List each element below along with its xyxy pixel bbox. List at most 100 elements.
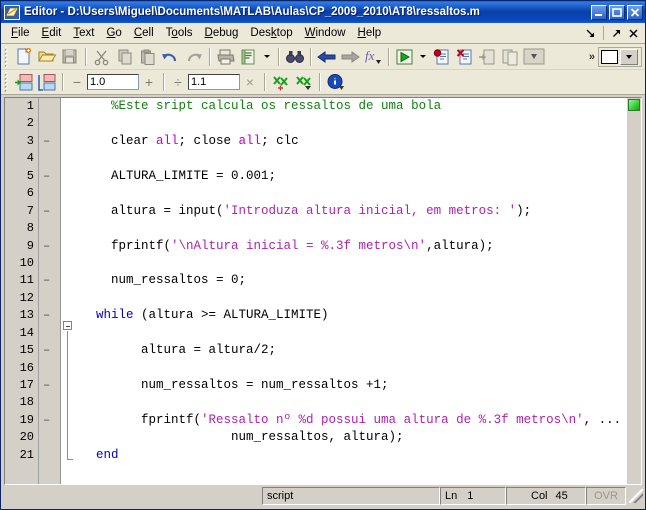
menu-item-file[interactable]: File xyxy=(5,25,36,42)
breakpoint-marker[interactable]: – xyxy=(43,203,60,220)
code-analyzer-ok-marker[interactable] xyxy=(628,99,640,111)
code-line[interactable] xyxy=(75,394,626,411)
paste-icon[interactable] xyxy=(136,46,159,68)
toolbar-overflow-chevron[interactable]: » xyxy=(589,51,595,63)
code-line[interactable]: fprintf('Ressalto nº %d possui uma altur… xyxy=(75,412,626,429)
code-line[interactable] xyxy=(75,325,626,342)
set-breakpoint-icon[interactable] xyxy=(430,46,453,68)
menu-item-help[interactable]: Help xyxy=(352,25,388,42)
redo-arrow-icon[interactable] xyxy=(182,46,205,68)
toolbar-grip[interactable] xyxy=(3,46,10,67)
breakpoint-marker[interactable] xyxy=(43,255,60,272)
code-line[interactable]: end xyxy=(75,447,626,464)
new-file-icon[interactable] xyxy=(12,46,35,68)
menu-item-text[interactable]: Text xyxy=(67,25,100,42)
code-line[interactable]: clear all; close all; clc xyxy=(75,133,626,150)
step-in-icon[interactable] xyxy=(476,46,499,68)
menu-item-tools[interactable]: Tools xyxy=(160,25,199,42)
run-play-icon[interactable] xyxy=(393,46,416,68)
binoculars-icon[interactable] xyxy=(283,46,306,68)
info-icon[interactable] xyxy=(324,71,347,93)
print-selection-icon[interactable] xyxy=(237,46,260,68)
code-line[interactable]: altura = input('Introduza altura inicial… xyxy=(75,203,626,220)
code-line[interactable] xyxy=(75,185,626,202)
float-arrow-icon[interactable] xyxy=(609,26,624,41)
breakpoint-marker[interactable] xyxy=(43,150,60,167)
evaluate-cell-advance-icon[interactable] xyxy=(292,71,315,93)
open-folder-icon[interactable] xyxy=(35,46,58,68)
back-arrow-icon[interactable] xyxy=(315,46,338,68)
analyzer-rail[interactable] xyxy=(626,98,641,484)
code-line[interactable]: num_ressaltos = num_ressaltos +1; xyxy=(75,377,626,394)
minimize-button[interactable] xyxy=(591,4,607,20)
menu-item-debug[interactable]: Debug xyxy=(199,25,245,42)
resize-grip[interactable] xyxy=(629,489,643,503)
breakpoint-marker[interactable]: – xyxy=(43,168,60,185)
breakpoint-marker[interactable]: – xyxy=(43,412,60,429)
breakpoint-marker[interactable] xyxy=(43,325,60,342)
undock-arrow-icon[interactable] xyxy=(583,26,598,41)
breakpoint-marker[interactable] xyxy=(43,98,60,115)
divide-value-input[interactable]: 1.1 xyxy=(188,74,240,90)
clear-breakpoints-icon[interactable] xyxy=(453,46,476,68)
breakpoint-marker[interactable] xyxy=(43,394,60,411)
run-dropdown-arrow-icon[interactable] xyxy=(416,46,430,68)
copy-icon[interactable] xyxy=(113,46,136,68)
breakpoint-marker[interactable] xyxy=(43,429,60,446)
breakpoint-marker[interactable] xyxy=(43,220,60,237)
code-line[interactable] xyxy=(75,220,626,237)
code-line[interactable] xyxy=(75,115,626,132)
code-line[interactable]: while (altura >= ALTURA_LIMITE) xyxy=(75,307,626,324)
breakpoint-marker[interactable]: – xyxy=(43,238,60,255)
cell-toolbar-grip[interactable] xyxy=(3,72,10,92)
code-line[interactable] xyxy=(75,255,626,272)
code-line[interactable]: fprintf('\nAltura inicial = %.3f metros\… xyxy=(75,238,626,255)
code-line[interactable] xyxy=(75,150,626,167)
breakpoint-marker[interactable] xyxy=(43,290,60,307)
print-icon[interactable] xyxy=(214,46,237,68)
menu-item-window[interactable]: Window xyxy=(299,25,352,42)
code-line[interactable]: ALTURA_LIMITE = 0.001; xyxy=(75,168,626,185)
code-line[interactable]: num_ressaltos = 0; xyxy=(75,272,626,289)
code-line[interactable] xyxy=(75,290,626,307)
code-line[interactable]: num_ressaltos, altura); xyxy=(75,429,626,446)
undo-arrow-icon[interactable] xyxy=(159,46,182,68)
cut-scissors-icon[interactable] xyxy=(90,46,113,68)
breakpoint-marker[interactable]: – xyxy=(43,272,60,289)
breakpoint-marker[interactable]: – xyxy=(43,342,60,359)
breakpoint-marker[interactable]: – xyxy=(43,307,60,324)
save-icon[interactable] xyxy=(58,46,81,68)
color-picker-control[interactable] xyxy=(598,46,642,67)
insert-cell-divider-icon[interactable] xyxy=(12,71,35,93)
step-out-icon[interactable] xyxy=(499,46,522,68)
print-dropdown-arrow-icon[interactable] xyxy=(260,46,274,68)
maximize-button[interactable] xyxy=(609,4,625,20)
fold-collapse-box[interactable] xyxy=(63,321,72,330)
breakpoint-marker[interactable]: – xyxy=(43,133,60,150)
color-dropdown-arrow-icon[interactable] xyxy=(620,48,638,65)
breakpoint-marker[interactable] xyxy=(43,115,60,132)
close-button[interactable] xyxy=(627,4,643,20)
menu-item-edit[interactable]: Edit xyxy=(36,25,68,42)
code-folding-column[interactable] xyxy=(61,98,75,484)
function-browser-icon[interactable]: fx xyxy=(361,46,384,68)
code-line[interactable] xyxy=(75,360,626,377)
status-overwrite-indicator[interactable]: OVR xyxy=(586,487,626,505)
close-panel-icon[interactable] xyxy=(626,26,641,41)
decrement-value-input[interactable]: 1.0 xyxy=(87,74,139,90)
breakpoint-marker[interactable]: – xyxy=(43,377,60,394)
breakpoint-marker[interactable] xyxy=(43,185,60,202)
breakpoint-marker[interactable] xyxy=(43,447,60,464)
forward-arrow-icon[interactable] xyxy=(338,46,361,68)
code-line[interactable]: altura = altura/2; xyxy=(75,342,626,359)
menu-item-desktop[interactable]: Desktop xyxy=(244,25,298,42)
code-line[interactable]: %Este sript calcula os ressaltos de uma … xyxy=(75,98,626,115)
breakpoint-marker[interactable] xyxy=(43,360,60,377)
stack-dropdown-icon[interactable] xyxy=(522,46,545,68)
insert-cell-divider-selection-icon[interactable] xyxy=(35,71,58,93)
code-text-area[interactable]: %Este sript calcula os ressaltos de uma … xyxy=(75,98,626,484)
evaluate-cell-icon[interactable] xyxy=(269,71,292,93)
menu-item-go[interactable]: Go xyxy=(100,25,127,42)
menu-item-cell[interactable]: Cell xyxy=(128,25,160,42)
breakpoint-gutter[interactable]: – – – – – – – – – xyxy=(39,98,61,484)
